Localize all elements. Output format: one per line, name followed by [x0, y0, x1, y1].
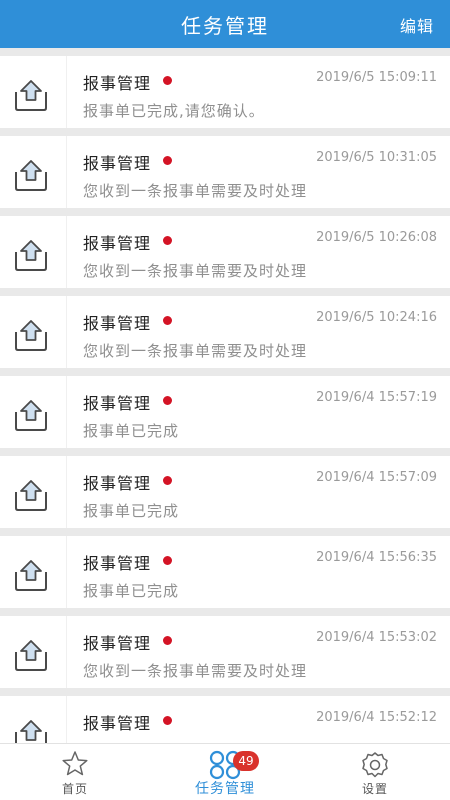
item-time: 2019/6/5 10:24:16: [316, 310, 437, 325]
unread-dot: [163, 236, 173, 245]
item-title-text: 报事管理: [83, 474, 152, 493]
unread-dot: [163, 636, 173, 645]
tab-task-management-label: 任务管理: [195, 781, 255, 797]
item-time: 2019/6/5 10:31:05: [316, 150, 437, 165]
bottom-tab-bar: 首页 49 任务管理 设置: [0, 743, 450, 800]
divider: [66, 216, 67, 288]
item-time: 2019/6/4 15:57:19: [316, 390, 437, 405]
item-title-text: 报事管理: [83, 74, 152, 93]
item-title-text: 报事管理: [83, 634, 152, 653]
unread-dot: [163, 716, 173, 725]
upload-icon: [11, 318, 51, 352]
tab-settings-label: 设置: [361, 782, 388, 796]
unread-dot: [163, 396, 173, 405]
unread-dot: [163, 556, 173, 565]
page-title: 任务管理: [181, 14, 269, 38]
upload-icon: [11, 238, 51, 272]
item-message: 您收到一条报事单需要及时处理: [83, 662, 308, 680]
item-title-text: 报事管理: [83, 154, 152, 173]
item-title-text: 报事管理: [83, 234, 152, 253]
item-title-text: 报事管理: [83, 314, 152, 333]
item-title-text: 报事管理: [83, 554, 152, 573]
tab-home[interactable]: 首页: [0, 744, 150, 800]
divider: [66, 536, 67, 608]
upload-icon: [11, 478, 51, 512]
item-title: 报事管理: [83, 630, 173, 654]
item-title: 报事管理: [83, 70, 173, 94]
list-item[interactable]: 报事管理 2019/6/4 15:57:19 报事单已完成: [0, 376, 450, 448]
upload-icon: [11, 718, 51, 744]
item-time: 2019/6/5 15:09:11: [316, 70, 437, 85]
divider: [66, 136, 67, 208]
task-count-badge: 49: [233, 751, 259, 771]
item-title: 报事管理: [83, 310, 173, 334]
list-item[interactable]: 报事管理 2019/6/5 15:09:11 报事单已完成,请您确认。: [0, 56, 450, 128]
tab-home-label: 首页: [61, 782, 88, 796]
app-header: 任务管理 编辑: [0, 0, 450, 48]
list-item[interactable]: 报事管理 2019/6/4 15:56:35 报事单已完成: [0, 536, 450, 608]
divider: [66, 696, 67, 744]
item-message: 报事单已完成: [83, 502, 180, 520]
item-title: 报事管理: [83, 550, 173, 574]
unread-dot: [163, 76, 173, 85]
item-time: 2019/6/5 10:26:08: [316, 230, 437, 245]
divider: [66, 456, 67, 528]
list-item[interactable]: 报事管理2019/6/4 15:52:12报事单已完成: [0, 696, 450, 744]
unread-dot: [163, 316, 173, 325]
item-title: 报事管理: [83, 710, 173, 734]
item-title-text: 报事管理: [83, 394, 152, 413]
item-message: 报事单已完成: [83, 582, 180, 600]
divider: [66, 56, 67, 128]
divider: [66, 296, 67, 368]
item-title: 报事管理: [83, 390, 173, 414]
item-message: 您收到一条报事单需要及时处理: [83, 262, 308, 280]
tab-settings[interactable]: 设置: [300, 744, 450, 800]
unread-dot: [163, 476, 173, 485]
message-list[interactable]: 报事管理 2019/6/5 15:09:11 报事单已完成,请您确认。 报事管理 201…: [0, 48, 450, 744]
upload-icon: [11, 558, 51, 592]
item-message: 您收到一条报事单需要及时处理: [83, 342, 308, 360]
item-time: 2019/6/4 15:56:35: [316, 550, 437, 565]
edit-button[interactable]: 编辑: [400, 13, 434, 37]
upload-icon: [11, 78, 51, 112]
item-title: 报事管理: [83, 150, 173, 174]
divider: [66, 376, 67, 448]
list-item[interactable]: 报事管理 2019/6/4 15:57:09 报事单已完成: [0, 456, 450, 528]
divider: [66, 616, 67, 688]
unread-dot: [163, 156, 173, 165]
list-item[interactable]: 报事管理 2019/6/4 15:53:02 您收到一条报事单需要及时处理: [0, 616, 450, 688]
item-message: 报事单已完成,请您确认。: [83, 102, 265, 120]
star-icon: [61, 750, 89, 782]
list-item[interactable]: 报事管理 2019/6/5 10:24:16 您收到一条报事单需要及时处理: [0, 296, 450, 368]
gear-icon: [360, 750, 390, 784]
item-time: 2019/6/4 15:57:09: [316, 470, 437, 485]
upload-icon: [11, 158, 51, 192]
list-item[interactable]: 报事管理 2019/6/5 10:31:05 您收到一条报事单需要及时处理: [0, 136, 450, 208]
item-time: 2019/6/4 15:53:02: [316, 630, 437, 645]
item-message: 您收到一条报事单需要及时处理: [83, 182, 308, 200]
item-title: 报事管理: [83, 470, 173, 494]
item-title: 报事管理: [83, 230, 173, 254]
upload-icon: [11, 398, 51, 432]
tab-task-management[interactable]: 49 任务管理: [150, 744, 300, 800]
upload-icon: [11, 638, 51, 672]
item-message: 报事单已完成: [83, 422, 180, 440]
list-item[interactable]: 报事管理 2019/6/5 10:26:08 您收到一条报事单需要及时处理: [0, 216, 450, 288]
item-time: 2019/6/4 15:52:12: [316, 710, 437, 725]
item-title-text: 报事管理: [83, 714, 152, 733]
